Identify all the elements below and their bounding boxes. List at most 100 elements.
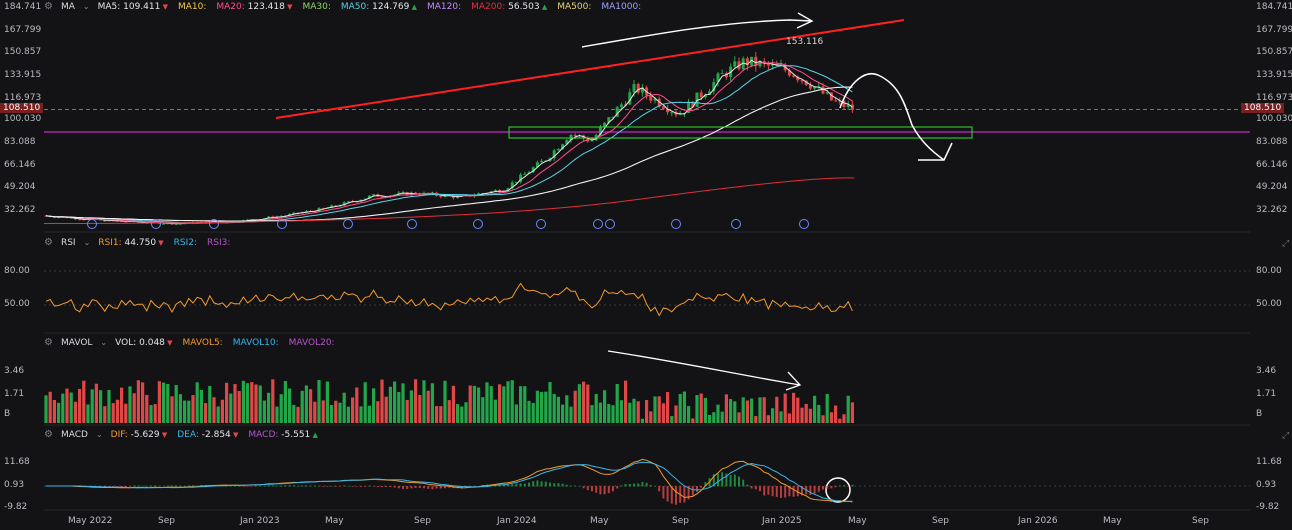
macd-histogram-bar <box>372 486 375 487</box>
macd-histogram-bar <box>536 480 539 487</box>
legend-label: MA50: <box>340 2 370 12</box>
legend-label: DEA: <box>177 430 199 440</box>
x-tick-label: May <box>325 516 344 526</box>
volume-bar <box>317 380 321 423</box>
macd-histogram-bar <box>729 475 732 487</box>
event-marker-icon <box>87 219 97 229</box>
volume-bar <box>779 411 783 423</box>
settings-icon[interactable]: ⚙ <box>44 336 53 350</box>
volume-bar <box>48 391 52 423</box>
volume-bar <box>111 403 115 423</box>
x-tick-label: Sep <box>414 516 431 526</box>
rsi-legend: ⚙ RSI ⌄ RSI1: 44.750 ▼ RSI2: RSI3: <box>44 236 230 250</box>
chevron-down-icon[interactable]: ⌄ <box>84 236 91 250</box>
x-tick-label: Jan 2023 <box>240 516 280 526</box>
chart-canvas[interactable]: ⤢⤢ <box>0 0 1292 530</box>
arrow-down-icon: ▼ <box>230 431 239 439</box>
ma-long-line <box>45 86 853 222</box>
chevron-down-icon[interactable]: ⌄ <box>100 336 107 350</box>
volume-bar <box>283 381 287 423</box>
macd-histogram-bar <box>750 486 753 489</box>
chevron-down-icon[interactable]: ⌄ <box>83 0 90 14</box>
y-tick-label: 49.204 <box>4 182 36 192</box>
volume-bar <box>850 402 854 423</box>
legend-value: -5.551 <box>278 430 311 440</box>
rsi-indicator-name[interactable]: RSI <box>61 236 76 250</box>
vol-indicator-name[interactable]: MAVOL <box>61 336 92 350</box>
macd-histogram-bar <box>851 484 854 487</box>
volume-bar <box>733 401 737 423</box>
volume-bar <box>666 392 670 423</box>
macd-histogram-bar <box>414 486 417 488</box>
macd-histogram-bar <box>305 485 308 487</box>
volume-bar <box>838 418 842 423</box>
volume-bar <box>594 393 598 423</box>
y-tick-label: 83.088 <box>4 137 36 147</box>
y-tick-label: -9.82 <box>4 502 28 512</box>
volume-bar <box>346 406 350 423</box>
macd-histogram-bar <box>586 486 589 491</box>
volume-bar <box>376 401 380 423</box>
volume-bar <box>271 379 275 423</box>
volume-bar <box>439 406 443 423</box>
volume-bar <box>716 404 720 423</box>
volume-bar <box>414 379 418 423</box>
volume-bar <box>514 404 518 423</box>
candle-body <box>699 92 703 98</box>
event-marker-icon <box>671 219 681 229</box>
settings-icon[interactable]: ⚙ <box>44 236 53 250</box>
volume-bar <box>250 382 254 423</box>
legend-item: DEA: -2.854 ▼ <box>177 428 238 442</box>
legend-label: MA200: <box>471 2 506 12</box>
volume-bar <box>603 390 607 423</box>
volume-bar <box>204 403 208 423</box>
volume-bar <box>359 406 363 423</box>
volume-bar <box>233 384 237 423</box>
volume-bar <box>426 390 430 423</box>
volume-bar <box>817 404 821 423</box>
macd-histogram-bar <box>364 486 367 487</box>
legend-item: MA120: <box>427 0 461 14</box>
expand-icon: ⤢ <box>1281 239 1289 249</box>
volume-bar <box>561 404 565 423</box>
legend-value: -2.854 <box>198 430 231 440</box>
macd-histogram-bar <box>624 484 627 487</box>
macd-histogram-bar <box>179 485 182 487</box>
x-tick-label: Sep <box>932 516 949 526</box>
macd-indicator-name[interactable]: MACD <box>61 428 88 442</box>
volume-bar <box>821 415 825 423</box>
legend-label: MAVOL5: <box>182 338 223 348</box>
volume-bar <box>796 397 800 423</box>
volume-bar <box>808 408 812 423</box>
macd-histogram-bar <box>620 485 623 487</box>
legend-label: MAVOL10: <box>232 338 279 348</box>
chevron-down-icon[interactable]: ⌄ <box>96 428 103 442</box>
candle-body <box>792 75 796 77</box>
candle-body <box>619 104 623 108</box>
y-tick-label: 66.146 <box>4 160 36 170</box>
macd-histogram-bar <box>847 486 850 487</box>
volume-bar <box>615 384 619 423</box>
macd-histogram-bar <box>343 485 346 487</box>
macd-histogram-bar <box>162 485 165 487</box>
macd-histogram-bar <box>649 485 652 487</box>
macd-histogram-bar <box>784 486 787 498</box>
macd-histogram-bar <box>658 486 661 492</box>
volume-bar <box>254 384 258 423</box>
volume-bar <box>275 406 279 423</box>
volume-bar <box>99 390 103 423</box>
settings-icon[interactable]: ⚙ <box>44 0 53 14</box>
volume-bar <box>762 397 766 423</box>
main-legend-items: MA5: 109.411 ▼ MA10: MA20: 123.418 ▼ MA30: M… <box>98 0 642 14</box>
y-tick-label: B <box>4 409 11 419</box>
settings-icon[interactable]: ⚙ <box>44 428 53 442</box>
y-tick-label: 116.973 <box>1256 93 1292 103</box>
y-tick-label: 80.00 <box>4 266 30 276</box>
arrow-down-icon: ▼ <box>164 339 173 347</box>
macd-histogram-bar <box>696 486 698 492</box>
volume-bar <box>472 385 476 423</box>
macd-histogram-bar <box>423 486 425 489</box>
main-indicator-name[interactable]: MA <box>61 0 75 14</box>
macd-histogram-bar <box>309 485 312 487</box>
volume-bar <box>485 382 489 423</box>
